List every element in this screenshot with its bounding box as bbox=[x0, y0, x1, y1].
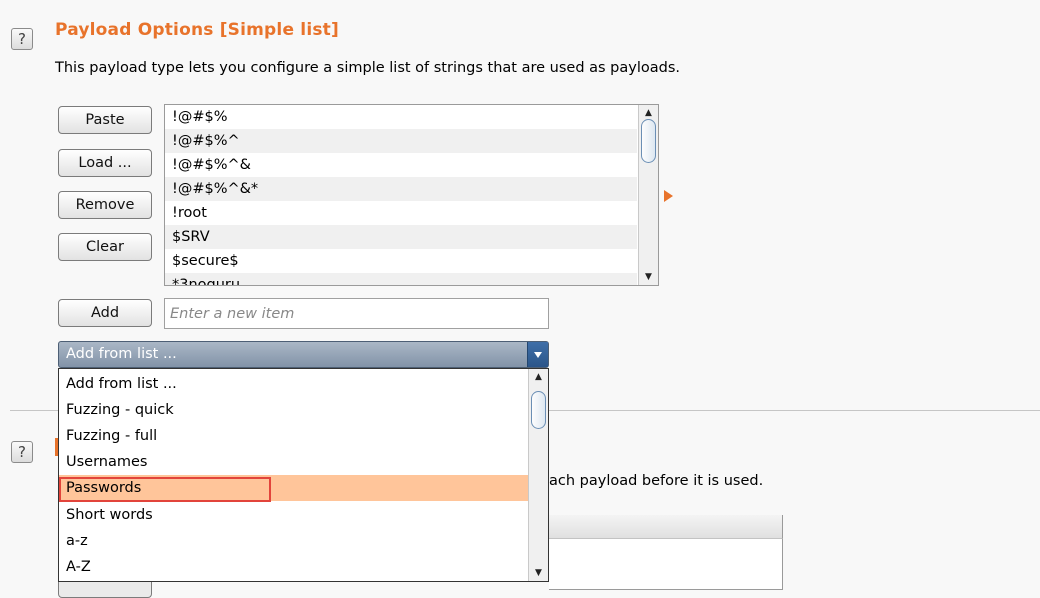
section2-description-fragment: ach payload before it is used. bbox=[549, 473, 764, 489]
scroll-down-icon[interactable]: ▼ bbox=[529, 565, 548, 581]
list-item[interactable]: !@#$%^& bbox=[165, 153, 637, 177]
payload-list[interactable]: !@#$% !@#$%^ !@#$%^& !@#$%^&* !root $SRV… bbox=[164, 104, 659, 286]
dropdown-scrollbar[interactable]: ▲ ▼ bbox=[528, 369, 548, 581]
scroll-down-icon[interactable]: ▼ bbox=[639, 269, 658, 285]
list-item[interactable]: $secure$ bbox=[165, 249, 637, 273]
help-icon[interactable]: ? bbox=[11, 441, 33, 463]
dropdown-option[interactable]: a-z bbox=[59, 528, 530, 554]
list-item[interactable]: !@#$% bbox=[165, 105, 637, 129]
remove-button[interactable]: Remove bbox=[58, 191, 152, 219]
list-item[interactable]: *3noguru bbox=[165, 273, 637, 285]
expand-arrow-icon[interactable] bbox=[664, 190, 673, 202]
paste-button[interactable]: Paste bbox=[58, 106, 152, 134]
dropdown-option[interactable]: Fuzzing - full bbox=[59, 423, 530, 449]
list-item[interactable]: !@#$%^ bbox=[165, 129, 637, 153]
add-button[interactable]: Add bbox=[58, 299, 152, 327]
list-item[interactable]: !root bbox=[165, 201, 637, 225]
add-from-list-selected-value: Add from list ... bbox=[66, 346, 177, 362]
dropdown-option[interactable]: Add from list ... bbox=[59, 371, 530, 397]
new-item-input[interactable] bbox=[164, 298, 549, 329]
dropdown-option[interactable]: Short words bbox=[59, 502, 530, 528]
dropdown-option[interactable]: A-Z bbox=[59, 554, 530, 580]
list-item[interactable]: !@#$%^&* bbox=[165, 177, 637, 201]
chevron-down-icon[interactable] bbox=[527, 342, 548, 367]
help-icon[interactable]: ? bbox=[11, 28, 33, 50]
clear-button[interactable]: Clear bbox=[58, 233, 152, 261]
scroll-thumb[interactable] bbox=[641, 119, 656, 163]
payload-list-scrollbar[interactable]: ▲ ▼ bbox=[638, 105, 658, 285]
dropdown-option[interactable]: Usernames bbox=[59, 449, 530, 475]
load-button[interactable]: Load ... bbox=[58, 149, 152, 177]
add-from-list-select[interactable]: Add from list ... bbox=[58, 341, 549, 368]
scroll-up-icon[interactable]: ▲ bbox=[529, 369, 548, 385]
list-item[interactable]: $SRV bbox=[165, 225, 637, 249]
dropdown-option[interactable]: Fuzzing - quick bbox=[59, 397, 530, 423]
annotation-highlight bbox=[59, 477, 271, 502]
scroll-thumb[interactable] bbox=[531, 391, 546, 429]
add-from-list-dropdown[interactable]: Add from list ... Fuzzing - quick Fuzzin… bbox=[58, 368, 549, 582]
processing-rules-table-header bbox=[549, 515, 783, 539]
section-title: Payload Options [Simple list] bbox=[55, 20, 339, 40]
section-description: This payload type lets you configure a s… bbox=[55, 60, 681, 76]
